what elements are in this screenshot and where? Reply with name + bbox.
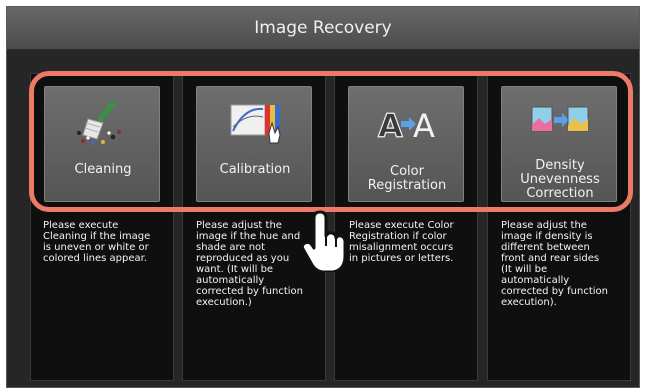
density-correction-button[interactable]: Density Unevenness Correction xyxy=(501,86,617,202)
color-reg-glyph-right: A xyxy=(413,107,435,145)
color-registration-icon: A A xyxy=(377,106,435,145)
window-title: Image Recovery xyxy=(7,7,639,50)
color-registration-button[interactable]: A A Color Registration xyxy=(348,86,464,202)
cleaning-button[interactable]: Cleaning xyxy=(44,86,160,202)
cleaning-label: Cleaning xyxy=(74,162,132,177)
density-correction-icon xyxy=(531,106,589,132)
color-registration-description: Please execute Color Registration if col… xyxy=(349,220,454,264)
calibration-icon xyxy=(230,104,281,144)
color-reg-glyph-left: A xyxy=(378,107,403,145)
broom-icon xyxy=(77,100,121,145)
screen: Image Recovery Cleaning Calibration A A … xyxy=(0,0,645,391)
calibration-button[interactable]: Calibration xyxy=(196,86,312,202)
color-registration-label: Color Registration xyxy=(367,164,447,193)
density-correction-label: Density Unevenness Correction xyxy=(520,158,600,201)
pointing-hand-icon xyxy=(302,210,347,272)
cleaning-description: Please execute Cleaning if the image is … xyxy=(43,220,151,264)
calibration-label: Calibration xyxy=(219,162,291,177)
density-correction-description: Please adjust the image if density is di… xyxy=(501,220,608,308)
